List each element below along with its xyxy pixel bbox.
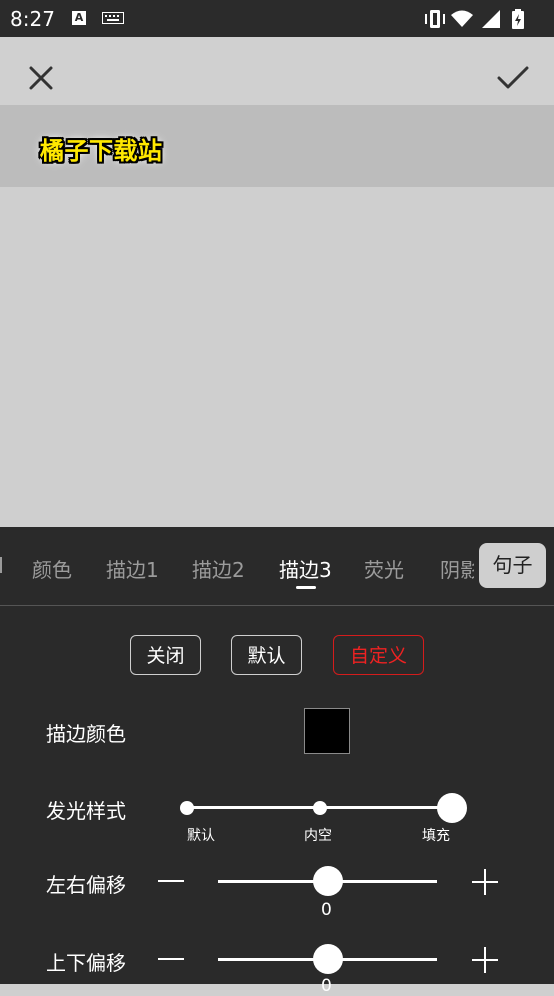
glow-style-knob[interactable] — [437, 793, 467, 823]
preview-text: 橘子下载站 — [40, 137, 163, 165]
signal-icon — [482, 10, 500, 28]
subtitle-preview: 橘子下载站 — [0, 105, 554, 187]
vertical-increase-button[interactable] — [470, 945, 500, 975]
glow-style-label: 发光样式 — [46, 799, 126, 823]
tab-overflow-indicator — [0, 557, 2, 573]
vibrate-icon — [425, 10, 445, 28]
default-button[interactable]: 默认 — [231, 635, 302, 675]
stroke-color-swatch[interactable] — [304, 708, 350, 754]
style-tabs: 颜色 描边1 描边2 描边3 荧光 阴影 句子 — [0, 527, 554, 606]
vertical-offset-knob[interactable] — [313, 944, 343, 974]
horizontal-offset-knob[interactable] — [313, 866, 343, 896]
vertical-offset-label: 上下偏移 — [46, 951, 126, 975]
notification-a-icon: A — [72, 11, 86, 25]
horizontal-decrease-button[interactable] — [156, 866, 186, 896]
stroke-color-label: 描边颜色 — [46, 722, 126, 746]
wifi-icon — [451, 10, 473, 27]
tab-glow[interactable]: 荧光 — [364, 554, 404, 583]
editor-toolbar — [0, 37, 554, 105]
style-panel: 颜色 描边1 描边2 描边3 荧光 阴影 句子 关闭 默认 自定义 描边颜色 发… — [0, 527, 554, 996]
horizontal-increase-button[interactable] — [470, 867, 500, 897]
tab-shadow-label: 阴影 — [440, 558, 474, 582]
plus-icon-vertical — [484, 869, 486, 895]
status-time: 8:27 — [10, 7, 55, 31]
custom-button[interactable]: 自定义 — [333, 635, 424, 675]
close-icon[interactable] — [26, 63, 56, 93]
glow-option-hollow-dot[interactable] — [313, 801, 327, 815]
check-icon[interactable] — [496, 62, 530, 92]
minus-icon — [158, 958, 184, 960]
minus-icon — [158, 880, 184, 882]
keyboard-icon — [102, 12, 124, 24]
tab-shadow[interactable]: 阴影 — [440, 547, 474, 587]
status-bar: 8:27 A — [0, 0, 554, 37]
status-right-icons — [425, 9, 524, 29]
tab-stroke-2[interactable]: 描边2 — [192, 554, 245, 583]
glow-option-default-dot[interactable] — [180, 801, 194, 815]
tab-stroke-3[interactable]: 描边3 — [279, 554, 332, 583]
horizontal-offset-value: 0 — [321, 900, 332, 920]
glow-option-default-label: 默认 — [187, 828, 215, 844]
plus-icon-vertical — [484, 947, 486, 973]
vertical-decrease-button[interactable] — [156, 944, 186, 974]
active-tab-indicator — [296, 586, 316, 589]
tab-sentence[interactable]: 句子 — [479, 543, 546, 588]
glow-option-fill-label: 填充 — [422, 828, 450, 844]
glow-option-hollow-label: 内空 — [304, 828, 332, 844]
horizontal-offset-label: 左右偏移 — [46, 873, 126, 897]
off-button[interactable]: 关闭 — [130, 635, 201, 675]
tab-color[interactable]: 颜色 — [32, 554, 72, 583]
battery-charging-icon — [512, 9, 524, 29]
tab-stroke-1[interactable]: 描边1 — [106, 554, 159, 583]
vertical-offset-value: 0 — [321, 976, 332, 996]
